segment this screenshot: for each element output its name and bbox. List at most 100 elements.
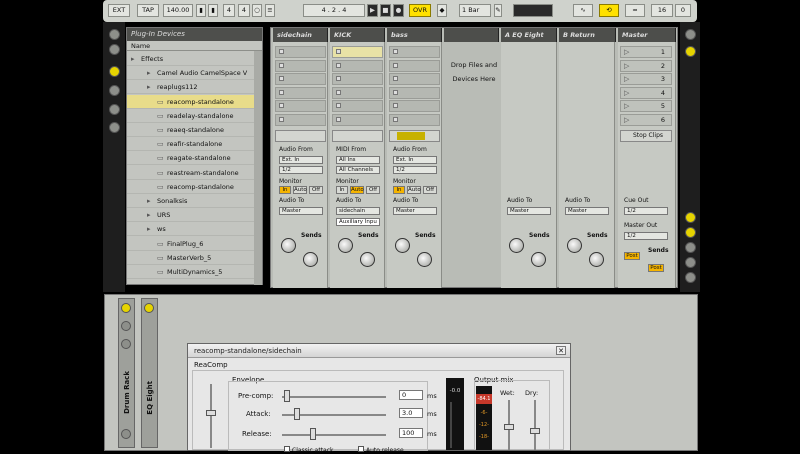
browser-item[interactable]: ▸ Camel Audio CamelSpace V xyxy=(127,66,262,81)
scene-play-icon[interactable]: ▷ xyxy=(624,101,629,112)
clip-slot[interactable] xyxy=(332,59,383,72)
clip-slot[interactable] xyxy=(275,59,326,72)
track-header-sidechain[interactable]: sidechain xyxy=(273,28,328,42)
clip-stop-icon[interactable] xyxy=(279,49,284,54)
track-header-bass[interactable]: bass xyxy=(387,28,442,42)
clip-slot[interactable] xyxy=(389,100,440,112)
browser-item[interactable]: ▭ reagate-standalone xyxy=(127,151,262,166)
arrangement-view-icon[interactable] xyxy=(685,46,696,57)
clip-stop-icon[interactable] xyxy=(336,89,341,95)
track-header-a-eq-eight[interactable]: A EQ Eight xyxy=(501,28,557,42)
play-icon[interactable]: ▶ xyxy=(367,4,378,17)
ext-sync-button[interactable]: EXT xyxy=(108,4,130,17)
audio-to-menu[interactable]: sidechain xyxy=(336,207,380,215)
browser-item[interactable]: ▸ ws xyxy=(127,222,262,237)
returns-toggle-icon[interactable] xyxy=(685,272,696,283)
tap-tempo-button[interactable]: TAP xyxy=(137,4,159,17)
browser-item[interactable]: ▭ reastream-standalone xyxy=(127,166,262,180)
scene-launch[interactable]: ▷ 6 xyxy=(620,113,672,126)
file-browser-3-icon[interactable] xyxy=(109,104,120,115)
precomp-field[interactable]: 0 xyxy=(399,390,423,400)
follow-icon[interactable]: ◆ xyxy=(437,4,447,17)
clip-stop-icon[interactable] xyxy=(279,62,284,68)
clip-stop-button[interactable] xyxy=(275,130,326,142)
mixer-toggle-icon[interactable] xyxy=(685,242,696,253)
precomp-slider[interactable] xyxy=(284,390,290,402)
audio-to-menu[interactable]: Master xyxy=(507,207,551,215)
cue-out-menu[interactable]: 1/2 xyxy=(624,207,668,215)
clip-stop-icon[interactable] xyxy=(336,116,341,122)
clip-slot[interactable] xyxy=(389,73,440,85)
drum-rack-expand-icon[interactable] xyxy=(121,429,131,439)
track-input-channel-menu[interactable]: 1/2 xyxy=(279,166,323,174)
scene-play-icon[interactable]: ▷ xyxy=(624,74,629,85)
device-show-macros-icon[interactable] xyxy=(121,339,131,349)
monitor-auto-button[interactable]: Auto xyxy=(293,186,307,194)
clip-slot[interactable] xyxy=(332,100,383,112)
clip-slot[interactable] xyxy=(332,113,383,126)
device-show-chains-icon[interactable] xyxy=(121,321,131,331)
arrangement-position[interactable] xyxy=(513,4,553,17)
clip-slot[interactable] xyxy=(389,86,440,99)
browser-name-column-header[interactable]: Name xyxy=(127,41,262,51)
attack-slider[interactable] xyxy=(294,408,300,420)
browser-scrollbar[interactable] xyxy=(254,51,262,285)
sends-toggle-icon[interactable] xyxy=(685,227,696,238)
close-icon[interactable]: ✕ xyxy=(556,346,566,355)
file-browser-2-icon[interactable] xyxy=(109,85,120,96)
browser-item[interactable]: ▭ FinalPlug_6 xyxy=(127,237,262,251)
clip-slot[interactable] xyxy=(275,100,326,112)
browser-item[interactable]: ▭ MasterVerb_5 xyxy=(127,251,262,265)
track-input-source-menu[interactable]: Ext. In xyxy=(279,156,323,164)
clip-stop-icon[interactable] xyxy=(393,116,398,122)
clip-slot[interactable] xyxy=(275,73,326,85)
record-icon[interactable]: ● xyxy=(393,4,404,17)
stop-icon[interactable]: ■ xyxy=(380,4,391,17)
send-b-knob[interactable] xyxy=(417,252,432,267)
overdub-button[interactable]: OVR xyxy=(409,4,431,17)
signature-denominator[interactable]: 4 xyxy=(238,4,250,17)
browser-item[interactable]: ▭ reafir-standalone xyxy=(127,137,262,152)
send-a-knob[interactable] xyxy=(395,238,410,253)
send-a-knob[interactable] xyxy=(338,238,353,253)
send-b-knob[interactable] xyxy=(531,252,546,267)
track-header-kick[interactable]: KICK xyxy=(330,28,385,42)
clip-stop-icon[interactable] xyxy=(279,76,284,81)
loop-icon[interactable]: ⟲ xyxy=(599,4,619,17)
groove-icon[interactable]: ≡ xyxy=(265,4,275,17)
browser-item[interactable]: ▸ Sonalksis xyxy=(127,194,262,208)
clip-stop-icon[interactable] xyxy=(279,89,284,95)
plugin-devices-icon[interactable] xyxy=(109,44,120,55)
quantization-menu[interactable]: 1 Bar xyxy=(459,4,491,17)
hotswap-icon[interactable] xyxy=(109,122,120,133)
monitor-off-button[interactable]: Off xyxy=(309,186,323,194)
clip-slot[interactable] xyxy=(275,46,326,58)
browser-item[interactable]: ▸ Effects xyxy=(127,52,262,66)
master-out-menu[interactable]: 1/2 xyxy=(624,232,668,240)
scene-launch[interactable]: ▷ 1 xyxy=(620,46,672,58)
post-button[interactable]: Post xyxy=(648,264,664,272)
browser-item[interactable]: ▸ reaplugs112 xyxy=(127,80,262,95)
draw-mode-icon[interactable]: ≈ xyxy=(625,4,645,17)
browser-item[interactable]: ▭ reaeq-standalone xyxy=(127,123,262,137)
scene-launch[interactable]: ▷ 5 xyxy=(620,100,672,112)
send-b-knob[interactable] xyxy=(589,252,604,267)
clip-slot[interactable] xyxy=(275,113,326,126)
clip-stop-icon[interactable] xyxy=(279,103,284,108)
track-input-channel-menu[interactable]: All Channels xyxy=(336,166,380,174)
scene-play-icon[interactable]: ▷ xyxy=(624,61,629,72)
monitor-in-button[interactable]: In xyxy=(279,186,291,194)
loop-length-field[interactable]: 16 xyxy=(651,4,673,17)
eq-on-icon[interactable] xyxy=(144,303,154,313)
monitor-in-button[interactable]: In xyxy=(393,186,405,194)
dry-slider[interactable] xyxy=(530,428,540,434)
threshold-slider[interactable] xyxy=(206,410,216,416)
browser-item[interactable]: ▭ MultiDynamics_5 xyxy=(127,265,262,279)
browser-item[interactable]: ▭ readelay-standalone xyxy=(127,109,262,123)
track-input-channel-menu[interactable]: 1/2 xyxy=(393,166,437,174)
pencil-icon[interactable]: ✎ xyxy=(494,4,502,17)
send-a-knob[interactable] xyxy=(509,238,524,253)
clip-slot[interactable] xyxy=(389,46,440,58)
io-toggle-icon[interactable] xyxy=(685,212,696,223)
browser-item[interactable]: ▭ reacomp-standalone xyxy=(127,180,262,194)
